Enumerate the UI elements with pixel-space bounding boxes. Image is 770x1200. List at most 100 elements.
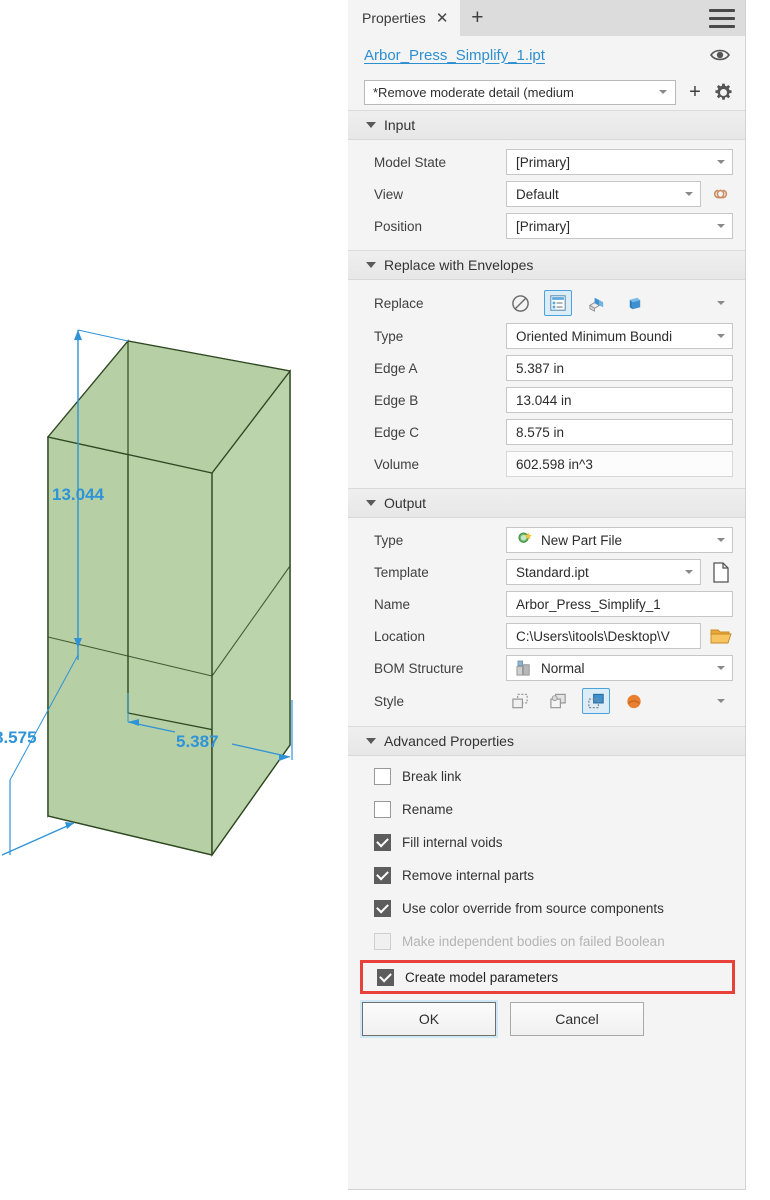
chevron-down-icon [717,666,725,670]
field-row-location: Location C:\Users\itools\Desktop\V [348,620,745,652]
rule-dropdown[interactable]: *Remove moderate detail (medium [364,79,676,105]
gear-icon[interactable] [714,83,733,102]
bom-structure-dropdown[interactable]: Normal [506,655,733,681]
checkbox-row-rename[interactable]: Rename [348,793,745,826]
edge-c-input[interactable]: 8.575 in [506,419,733,445]
chevron-down-icon [717,160,725,164]
add-rule-icon[interactable]: + [686,81,704,104]
chevron-down-icon [685,570,693,574]
hamburger-menu-icon[interactable] [709,9,735,28]
chevron-down-icon[interactable] [717,301,725,305]
style-link-icon[interactable] [506,688,534,714]
bom-structure-value: Normal [541,660,585,676]
section-body-output: Type New Part File Template Standard.ipt… [348,518,745,726]
section-header-output[interactable]: Output [348,488,745,518]
bounding-box-model: 13.044 8.575 5.387 [0,329,293,858]
section-title-input: Input [384,117,416,133]
rename-checkbox[interactable] [374,801,391,818]
label-edge-c: Edge C [374,424,420,440]
checkbox-row-fill-internal-voids[interactable]: Fill internal voids [348,826,745,859]
style-override-icon[interactable] [582,688,610,714]
edge-b-dimension-label: 13.044 [52,485,105,504]
chevron-down-icon [717,538,725,542]
section-header-envelopes[interactable]: Replace with Envelopes [348,250,745,280]
edge-a-input[interactable]: 5.387 in [506,355,733,381]
collapse-triangle-icon [366,738,376,744]
edge-c-value: 8.575 in [516,424,565,440]
cancel-button[interactable]: Cancel [510,1002,644,1036]
new-part-file-icon [516,532,533,548]
label-view: View [374,186,404,202]
section-title-output: Output [384,495,427,511]
checkbox-row-use-color-override[interactable]: Use color override from source component… [348,892,745,925]
use-color-override-label: Use color override from source component… [402,901,664,916]
chevron-down-icon[interactable] [717,699,725,703]
name-input[interactable]: Arbor_Press_Simplify_1 [506,591,733,617]
field-row-edge-b: Edge B 13.044 in [348,384,745,416]
checkbox-row-remove-internal-parts[interactable]: Remove internal parts [348,859,745,892]
model-viewport[interactable]: 13.044 8.575 5.387 [0,0,346,1200]
template-value: Standard.ipt [516,564,589,580]
checkbox-row-break-link[interactable]: Break link [348,760,745,793]
position-dropdown[interactable]: [Primary] [506,213,733,239]
rename-label: Rename [402,802,454,817]
fill-internal-voids-checkbox[interactable] [374,834,391,851]
use-color-override-checkbox[interactable] [374,900,391,917]
label-edge-b: Edge B [374,392,419,408]
close-icon[interactable]: ✕ [436,11,449,26]
name-value: Arbor_Press_Simplify_1 [516,596,661,612]
section-header-advanced[interactable]: Advanced Properties [348,726,745,756]
section-title-envelopes: Replace with Envelopes [384,257,534,273]
label-location: Location [374,628,426,644]
checkbox-row-create-model-parameters[interactable]: Create model parameters [360,960,735,994]
remove-internal-parts-checkbox[interactable] [374,867,391,884]
link-chain-icon[interactable] [709,185,733,203]
label-position: Position [374,218,423,234]
bounding-box-list-icon[interactable] [544,290,572,316]
volume-value-field: 602.598 in^3 [506,451,733,477]
edge-b-input[interactable]: 13.044 in [506,387,733,413]
ok-button[interactable]: OK [360,1000,498,1038]
break-link-checkbox[interactable] [374,768,391,785]
output-type-dropdown[interactable]: New Part File [506,527,733,553]
new-document-icon[interactable] [709,561,733,583]
field-row-name: Name Arbor_Press_Simplify_1 [348,588,745,620]
file-row: Arbor_Press_Simplify_1.ipt [348,36,745,74]
label-replace: Replace [374,295,424,311]
field-row-replace: Replace [348,286,745,320]
label-edge-a: Edge A [374,360,418,376]
envelope-type-dropdown[interactable]: Oriented Minimum Boundi [506,323,733,349]
label-model-state: Model State [374,154,447,170]
label-bom-structure: BOM Structure [374,660,464,676]
label-envelope-type: Type [374,328,404,344]
rule-value: *Remove moderate detail (medium [373,84,574,100]
no-replace-icon[interactable] [506,290,534,316]
style-copy-icon[interactable] [544,688,572,714]
tab-properties[interactable]: Properties ✕ [348,0,461,36]
solid-block-icon[interactable] [620,290,648,316]
view-dropdown[interactable]: Default [506,181,701,207]
remove-internal-parts-label: Remove internal parts [402,868,535,883]
field-row-view: View Default [348,178,745,210]
break-link-label: Break link [402,769,462,784]
eye-icon[interactable] [709,47,731,63]
style-appearance-icon[interactable] [620,688,648,714]
field-row-volume: Volume 602.598 in^3 [348,448,745,480]
section-body-advanced: Break link Rename Fill internal voids Re… [348,756,745,1056]
chevron-down-icon [717,334,725,338]
template-dropdown[interactable]: Standard.ipt [506,559,701,585]
create-model-parameters-checkbox[interactable] [377,968,394,986]
open-folder-icon[interactable] [709,627,733,645]
location-input[interactable]: C:\Users\itools\Desktop\V [506,623,701,649]
model-state-dropdown[interactable]: [Primary] [506,149,733,175]
section-header-input[interactable]: Input [348,110,745,140]
convex-hull-icon[interactable] [582,290,610,316]
output-type-value: New Part File [541,532,623,548]
add-tab-icon[interactable]: + [460,0,494,36]
edge-a-dimension-label: 5.387 [176,732,219,751]
file-name-link[interactable]: Arbor_Press_Simplify_1.ipt [364,47,709,64]
edge-b-value: 13.044 in [516,392,572,408]
dialog-button-row: OK Cancel [348,994,745,1048]
create-model-parameters-label: Create model parameters [405,969,559,985]
label-template: Template [374,564,429,580]
